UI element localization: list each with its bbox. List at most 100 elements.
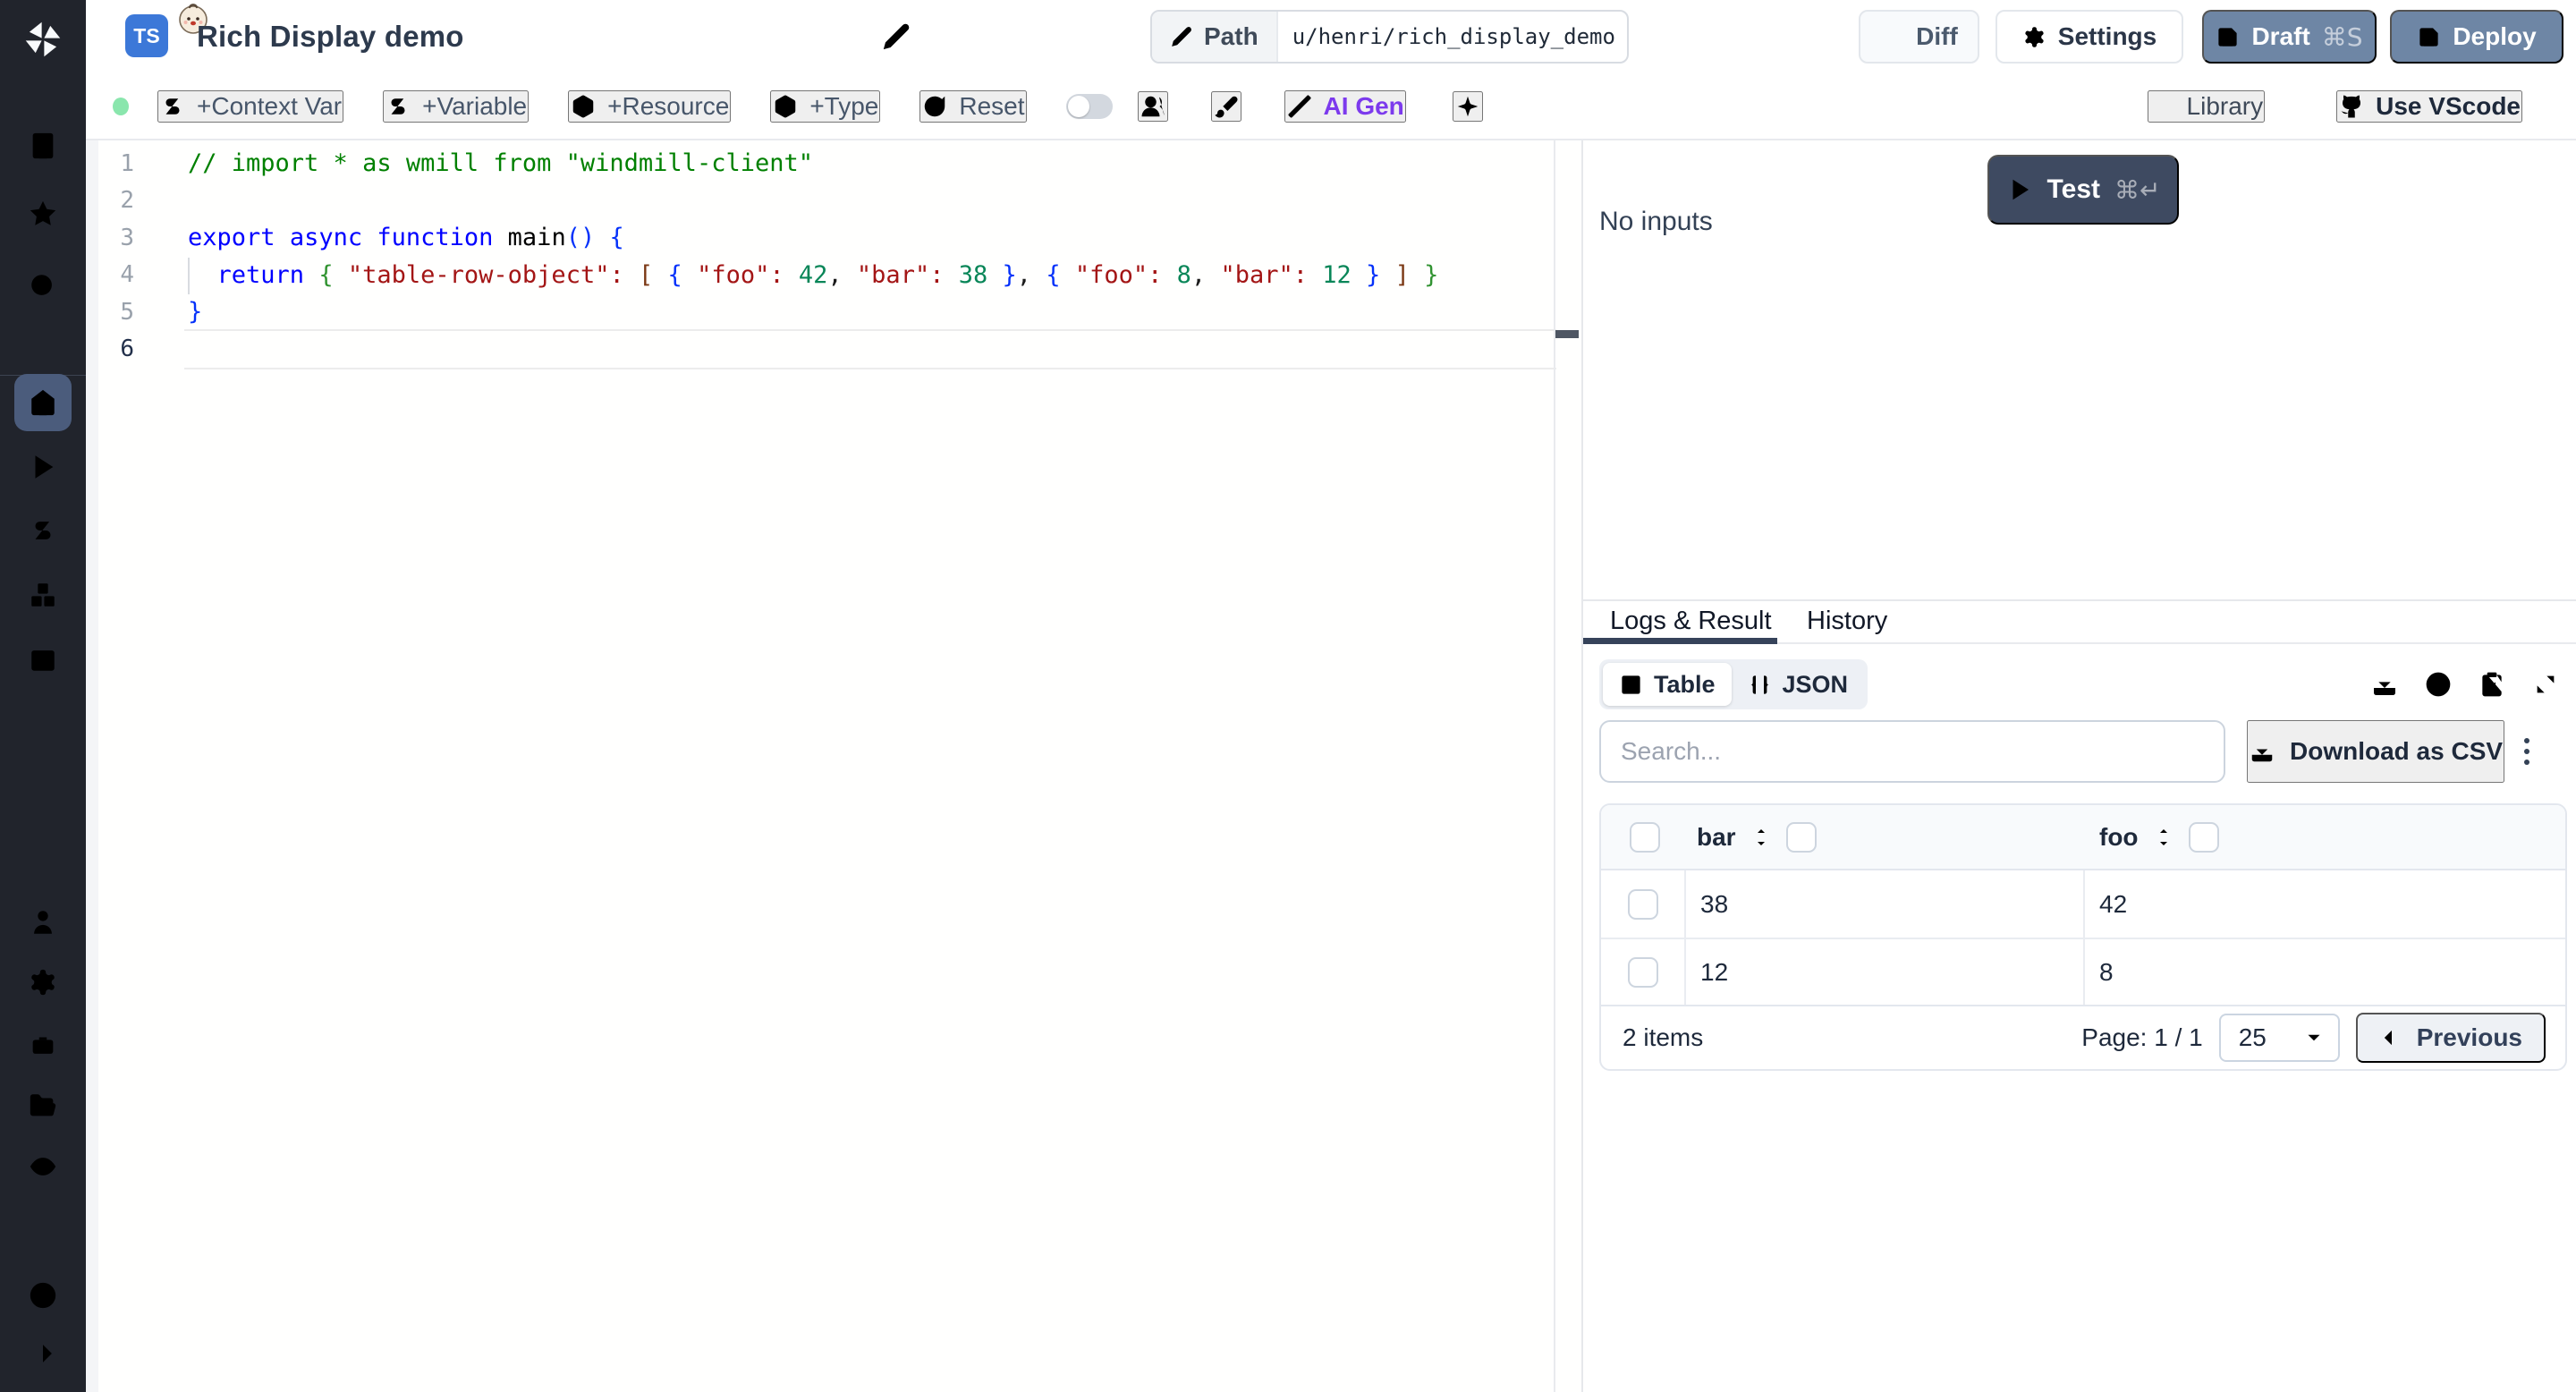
reset-label: Reset <box>959 92 1025 120</box>
result-view-toggle: Table JSON <box>1599 659 1868 709</box>
test-button[interactable]: Test ⌘↵ <box>1987 155 2179 225</box>
diff-mode-toggle[interactable] <box>1065 94 1113 119</box>
code-line[interactable]: 1 // import * as wmill from "windmill-cli… <box>86 145 1581 182</box>
column-header-foo[interactable]: foo <box>2099 823 2139 852</box>
add-variable-button[interactable]: +Variable <box>383 90 530 123</box>
download-csv-label: Download as CSV <box>2290 737 2504 765</box>
expand-icon[interactable] <box>2531 670 2560 699</box>
view-json-option[interactable]: JSON <box>1732 663 1865 706</box>
typescript-badge: TS <box>125 14 168 57</box>
test-shortcut: ⌘↵ <box>2114 174 2161 205</box>
line-text: } <box>188 298 203 327</box>
toggle-knob <box>1067 96 1089 117</box>
tab-logs-result[interactable]: Logs & Result <box>1610 607 1772 636</box>
library-icon <box>2166 99 2172 115</box>
variables-dollar-icon[interactable] <box>28 515 58 546</box>
user-icon[interactable] <box>28 907 58 938</box>
row-checkbox[interactable] <box>1627 956 1658 988</box>
collapse-arrow-icon[interactable] <box>28 1338 58 1369</box>
previous-label: Previous <box>2416 1023 2522 1051</box>
reset-button[interactable]: Reset <box>919 90 1027 123</box>
column-header-bar[interactable]: bar <box>1697 823 1736 852</box>
sidebar-item-home-active[interactable] <box>14 374 72 431</box>
result-action-icons <box>2370 670 2560 699</box>
chevron-down-icon <box>2308 1034 2320 1041</box>
settings-gear-icon[interactable] <box>28 967 58 997</box>
sort-icon[interactable] <box>1750 826 1772 849</box>
main-area: TS Rich Display demo Path u/henri/rich_d… <box>86 0 2576 1392</box>
table-search-input[interactable] <box>1599 720 2225 783</box>
code-line[interactable]: 5} <box>86 293 1581 331</box>
add-resource-button[interactable]: +Resource <box>568 90 732 123</box>
home-icon <box>31 389 55 416</box>
search-icon[interactable] <box>28 271 58 301</box>
workers-bot-icon[interactable] <box>28 1030 58 1060</box>
add-context-var-button[interactable]: +Context Var <box>157 90 344 123</box>
draft-shortcut: ⌘S <box>2321 21 2363 52</box>
table-row[interactable]: 12 8 <box>1601 938 2565 1005</box>
sort-icon[interactable] <box>2153 826 2174 849</box>
row-checkbox[interactable] <box>1627 888 1658 920</box>
topbar: TS Rich Display demo Path u/henri/rich_d… <box>86 0 2576 74</box>
runs-play-icon[interactable] <box>28 452 58 482</box>
tab-history[interactable]: History <box>1807 607 1887 636</box>
windmill-logo-icon[interactable] <box>23 20 63 59</box>
paintbrush-icon <box>1215 96 1238 118</box>
code-line[interactable]: 2 <box>86 182 1581 220</box>
sparkles-icon <box>1457 96 1479 117</box>
library-button[interactable]: Library <box>2147 90 2266 123</box>
column-bar-checkbox[interactable] <box>1785 821 1817 853</box>
variable-label: +Variable <box>422 92 528 120</box>
column-foo-checkbox[interactable] <box>2188 821 2219 853</box>
package-icon <box>572 95 594 118</box>
table-footer: 2 items Page: 1 / 1 25 Previous <box>1601 1005 2565 1069</box>
multiplayer-users-button[interactable] <box>1137 91 1168 122</box>
result-table: bar foo 38 42 12 8 2 items Page: 1 / 1 2… <box>1599 803 2567 1071</box>
folders-icon[interactable] <box>28 1091 58 1121</box>
deploy-button[interactable]: Deploy <box>2390 10 2563 64</box>
page-size-select[interactable]: 25 <box>2218 1014 2340 1062</box>
test-label: Test <box>2046 174 2100 204</box>
resources-blocks-icon[interactable] <box>28 580 58 610</box>
magic-wand-icon <box>1288 95 1311 118</box>
help-icon[interactable] <box>28 1280 58 1311</box>
previous-page-button[interactable]: Previous <box>2355 1013 2546 1063</box>
ai-gen-button[interactable]: AI Gen <box>1284 90 1406 123</box>
ai-sparkles-button[interactable] <box>1452 91 1483 122</box>
line-number: 3 <box>120 224 134 251</box>
download-icon <box>2251 749 2273 762</box>
code-line[interactable]: 3 export async function main() { <box>86 219 1581 257</box>
select-all-checkbox[interactable] <box>1629 821 1660 853</box>
edit-summary-pencil-icon[interactable] <box>881 21 911 52</box>
dollar-icon <box>165 98 180 115</box>
path-label: Path <box>1204 22 1258 50</box>
format-brush-button[interactable] <box>1210 91 1241 122</box>
panel-divider <box>1583 599 2576 601</box>
users-icon <box>1141 96 1165 117</box>
code-line[interactable]: 4 return { "table-row-object": [ { "foo"… <box>86 257 1581 294</box>
path-field[interactable]: Path u/henri/rich_display_demo <box>1150 10 1629 64</box>
clipboard-copy-icon[interactable] <box>2478 670 2506 699</box>
dollar-icon <box>391 98 405 115</box>
status-green-dot <box>113 98 129 115</box>
audit-eye-icon[interactable] <box>28 1151 58 1182</box>
download-csv-button[interactable]: Download as CSV <box>2247 720 2505 783</box>
favorites-star-icon[interactable] <box>28 199 58 229</box>
download-icon[interactable] <box>2370 670 2399 699</box>
table-icon <box>1622 675 1640 694</box>
settings-button[interactable]: Settings <box>1996 10 2183 64</box>
code-editor[interactable]: 1 // import * as wmill from "windmill-cli… <box>86 140 1581 1392</box>
draft-button[interactable]: Draft ⌘S <box>2202 10 2377 64</box>
cell-bar: 12 <box>1686 939 2085 1005</box>
table-row[interactable]: 38 42 <box>1601 870 2565 938</box>
cell-bar: 38 <box>1686 870 2085 938</box>
add-type-button[interactable]: +Type <box>770 90 881 123</box>
workspace-building-icon[interactable] <box>28 131 58 161</box>
code-line[interactable]: 6 <box>86 328 1581 369</box>
info-icon[interactable] <box>2424 670 2453 699</box>
diff-button[interactable]: Diff <box>1859 10 1979 64</box>
use-vscode-button[interactable]: Use VScode <box>2336 90 2522 123</box>
table-menu-kebab[interactable] <box>2524 720 2529 783</box>
schedules-calendar-icon[interactable] <box>28 644 58 675</box>
view-table-option[interactable]: Table <box>1603 663 1732 706</box>
